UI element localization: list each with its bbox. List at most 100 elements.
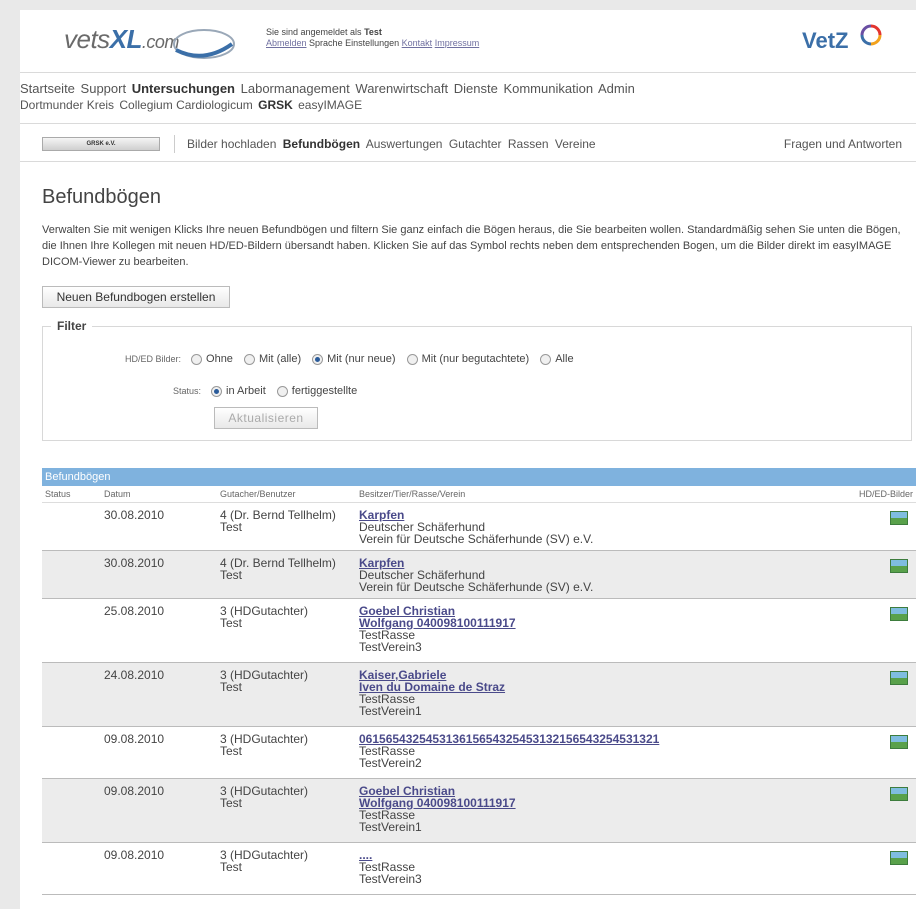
sub-navigation: GRSK e.V. Bilder hochladen Befundbögen A… xyxy=(20,135,916,155)
vetsxl-logo[interactable]: vetsXL.com xyxy=(64,24,179,55)
image-viewer-icon[interactable] xyxy=(890,607,908,621)
table-row[interactable]: 09.08.2010 3 (HDGutachter) Test .... Test… xyxy=(42,843,916,895)
session-prefix: Sie sind angemeldet als xyxy=(266,27,362,37)
header-divider xyxy=(20,72,916,73)
page: vetsXL.com Sie sind angemeldet als Test … xyxy=(20,10,916,909)
subnav-befundboegen[interactable]: Befundbögen xyxy=(283,137,360,151)
row-date: 24.08.2010 xyxy=(104,668,165,682)
nav-dortmunder-kreis[interactable]: Dortmunder Kreis xyxy=(20,98,114,112)
nav-support[interactable]: Support xyxy=(81,81,127,96)
session-user: Test xyxy=(364,27,382,37)
filter-legend: Filter xyxy=(51,319,93,333)
nav-easyimage[interactable]: easyIMAGE xyxy=(298,98,362,112)
row-date: 30.08.2010 xyxy=(104,508,165,522)
nav-kommunikation[interactable]: Kommunikation xyxy=(503,81,593,96)
row-owner: Kaiser,Gabriele Iven du Domaine de Straz… xyxy=(359,668,506,718)
table-title: Befundbögen xyxy=(42,468,916,486)
image-viewer-icon[interactable] xyxy=(890,735,908,749)
faq-link[interactable]: Fragen und Antworten xyxy=(784,137,902,151)
status-option-in-arbeit[interactable]: in Arbeit xyxy=(206,385,266,397)
table-row[interactable]: 25.08.2010 3 (HDGutachter) Test Goebel Ch… xyxy=(42,599,916,663)
intro-text: Verwalten Sie mit wenigen Klicks Ihre ne… xyxy=(42,224,901,268)
contact-link[interactable]: Kontakt xyxy=(402,38,433,48)
image-viewer-icon[interactable] xyxy=(890,671,908,685)
hd-filter-label: HD/ED Bilder: xyxy=(125,354,182,364)
nav-collegium-cardiologicum[interactable]: Collegium Cardiologicum xyxy=(119,98,252,112)
radio-icon[interactable] xyxy=(191,353,203,365)
table-row[interactable]: 30.08.2010 4 (Dr. Bernd Tellhelm) Test Ka… xyxy=(42,503,916,551)
row-gutachter: 3 (HDGutachter) Test xyxy=(220,604,309,630)
page-title: Befundbögen xyxy=(42,186,162,208)
status-option-fertiggestellte[interactable]: fertiggestellte xyxy=(272,385,357,397)
nav-startseite[interactable]: Startseite xyxy=(20,81,75,96)
table-row[interactable]: 30.08.2010 4 (Dr. Bernd Tellhelm) Test Ka… xyxy=(42,551,916,599)
filter-box: Filter HD/ED Bilder: Ohne Mit (alle) Mit… xyxy=(42,319,912,441)
nav-dienste[interactable]: Dienste xyxy=(454,81,498,96)
row-gutachter: 3 (HDGutachter) Test xyxy=(220,848,309,874)
row-owner: Karpfen Deutscher Schäferhund Verein für… xyxy=(359,556,594,594)
logout-link[interactable]: Abmelden xyxy=(266,38,307,48)
status-filter-row: Status: in Arbeit fertiggestellte xyxy=(173,385,363,397)
settings-link[interactable]: Einstellungen xyxy=(345,38,399,48)
row-owner: Goebel Christian Wolfgang 04009810011191… xyxy=(359,604,516,654)
nav-divider xyxy=(20,123,916,124)
vetz-logo[interactable]: VetZ xyxy=(802,28,848,54)
subnav-auswertungen[interactable]: Auswertungen xyxy=(366,137,443,151)
row-date: 09.08.2010 xyxy=(104,848,165,862)
logo-bold: XL xyxy=(109,24,143,54)
update-button[interactable]: Aktualisieren xyxy=(214,407,318,429)
col-status[interactable]: Status xyxy=(45,489,71,499)
radio-icon[interactable] xyxy=(540,353,552,365)
radio-selected-icon[interactable] xyxy=(312,353,324,365)
row-date: 25.08.2010 xyxy=(104,604,165,618)
subnav-gutachter[interactable]: Gutachter xyxy=(449,137,502,151)
row-date: 30.08.2010 xyxy=(104,556,165,570)
logo-text: vets xyxy=(64,24,110,54)
table-row[interactable]: 09.08.2010 3 (HDGutachter) Test Goebel Ch… xyxy=(42,779,916,843)
row-owner: 0615654325453136156543254531321565432545… xyxy=(359,732,660,770)
nav-admin[interactable]: Admin xyxy=(598,81,635,96)
table-row[interactable]: 09.08.2010 3 (HDGutachter) Test 061565432… xyxy=(42,727,916,779)
hd-option-mit-nur-neue[interactable]: Mit (nur neue) xyxy=(307,353,396,365)
col-besitzer[interactable]: Besitzer/Tier/Rasse/Verein xyxy=(359,489,465,499)
grsk-badge[interactable]: GRSK e.V. xyxy=(42,137,160,151)
befundboegen-table: Befundbögen Status Datum Gutacher/Benutz… xyxy=(42,468,916,895)
row-gutachter: 4 (Dr. Bernd Tellhelm) Test xyxy=(220,556,336,582)
subnav-bilder-hochladen[interactable]: Bilder hochladen xyxy=(187,137,276,151)
image-viewer-icon[interactable] xyxy=(890,787,908,801)
radio-selected-icon[interactable] xyxy=(211,385,223,397)
hd-option-mit-nur-begutachtete[interactable]: Mit (nur begutachtete) xyxy=(402,353,529,365)
radio-icon[interactable] xyxy=(276,385,288,397)
row-gutachter: 3 (HDGutachter) Test xyxy=(220,784,309,810)
col-hd-ed-bilder[interactable]: HD/ED-Bilder xyxy=(859,489,913,499)
hd-option-mit-alle[interactable]: Mit (alle) xyxy=(239,353,301,365)
nav-labormanagement[interactable]: Labormanagement xyxy=(241,81,350,96)
language-link[interactable]: Sprache xyxy=(309,38,343,48)
new-befundbogen-button[interactable]: Neuen Befundbogen erstellen xyxy=(42,286,230,308)
hd-filter-row: HD/ED Bilder: Ohne Mit (alle) Mit (nur n… xyxy=(125,353,580,365)
hd-option-alle[interactable]: Alle xyxy=(535,353,574,365)
table-row[interactable]: 24.08.2010 3 (HDGutachter) Test Kaiser,Ga… xyxy=(42,663,916,727)
row-gutachter: 4 (Dr. Bernd Tellhelm) Test xyxy=(220,508,336,534)
hd-option-ohne[interactable]: Ohne xyxy=(186,353,233,365)
row-gutachter: 3 (HDGutachter) Test xyxy=(220,732,309,758)
session-info: Sie sind angemeldet als Test Abmelden Sp… xyxy=(266,27,479,49)
subnav-vereine[interactable]: Vereine xyxy=(555,137,596,151)
col-datum[interactable]: Datum xyxy=(104,489,131,499)
col-gutachter[interactable]: Gutacher/Benutzer xyxy=(220,489,296,499)
radio-icon[interactable] xyxy=(406,353,418,365)
vetz-ring-icon xyxy=(860,24,882,46)
row-owner: Goebel Christian Wolfgang 04009810011191… xyxy=(359,784,516,834)
image-viewer-icon[interactable] xyxy=(890,559,908,573)
image-viewer-icon[interactable] xyxy=(890,511,908,525)
image-viewer-icon[interactable] xyxy=(890,851,908,865)
row-date: 09.08.2010 xyxy=(104,732,165,746)
subnav-rassen[interactable]: Rassen xyxy=(508,137,549,151)
nav-grsk[interactable]: GRSK xyxy=(258,98,293,112)
nav-warenwirtschaft[interactable]: Warenwirtschaft xyxy=(355,81,448,96)
imprint-link[interactable]: Impressum xyxy=(435,38,480,48)
subnav-divider xyxy=(20,161,916,162)
nav-untersuchungen[interactable]: Untersuchungen xyxy=(132,81,235,96)
radio-icon[interactable] xyxy=(243,353,255,365)
logo-swoosh-icon xyxy=(173,29,235,59)
